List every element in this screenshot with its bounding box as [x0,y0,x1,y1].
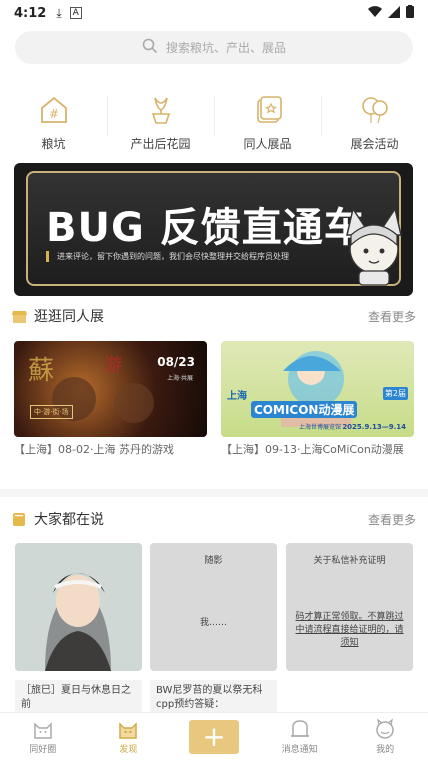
tab-discover[interactable]: 发现 [86,713,172,760]
flower-pot-icon [145,94,177,129]
post-card-text[interactable]: 关于私信补充证明 码才算正常领取。不算跳过中请流程直接给证明的，请须知 [286,543,413,671]
card-icon [252,94,284,129]
status-bar: 4:12 ⤓ A [0,0,428,26]
post-title: 随影 [204,556,223,566]
bottom-tab-bar: 同好圈 发现 + 消息通知 我的 [0,712,428,760]
expo-poster-text: 中·游·街·场 [30,405,73,419]
svg-text:蘇: 蘇 [28,356,54,386]
expo-caption: 【上海】09-13·上海CoMiCon动漫展 [221,443,404,456]
download-icon: ⤓ [56,5,62,20]
section-header-expo: 逛逛同人展 查看更多 [12,305,416,327]
bug-feedback-banner[interactable]: BUG 反馈直通车 进来评论，留下你遇到的问题，我们会尽快整理并交给程序员处理 [14,163,413,296]
post-card-text[interactable]: 随影 我…… [150,543,277,671]
plus-icon: + [188,719,239,754]
cat-icon [119,722,138,739]
category-label: 同人展品 [243,137,292,151]
tab-label: 同好圈 [29,745,57,755]
search-input[interactable]: 搜索粮坑、产出、展品 [15,31,413,64]
tab-label: 发现 [119,745,138,755]
see-more-link[interactable]: 查看更多 [368,308,416,325]
expo-card[interactable]: 蘇 游 08/23 上海·共展 中·游·街·场 【上海】08-02·上海 苏丹的… [14,341,207,457]
post-body: 我…… [199,618,227,628]
category-exhibits[interactable]: 同人展品 [214,88,321,151]
category-label: 粮坑 [41,137,66,151]
banner-title: BUG 反馈直通车 [46,205,365,251]
tab-create[interactable]: + [171,713,257,760]
expo-poster-text: 上海 [227,391,247,402]
expo-card[interactable]: 上海 COMICON动漫展 2025.9.13—9.14 第2届 上海世博展览馆… [221,341,414,457]
hashtag-icon: # [38,94,70,129]
tab-notifications[interactable]: 消息通知 [257,713,343,760]
svg-text:#: # [48,107,58,121]
banner-subtitle: 进来评论，留下你遇到的问题，我们会尽快整理并交给程序员处理 [46,251,289,262]
tab-circle[interactable]: 同好圈 [0,713,86,760]
wifi-icon [368,5,382,21]
expo-poster-text: 上海世博展览馆 [299,424,342,431]
mascot-image [346,207,402,286]
post-title: 关于私信补充证明 [313,556,386,566]
section-title: 逛逛同人展 [34,309,104,325]
category-label: 产出后花园 [130,137,191,151]
balloon-icon [359,94,391,129]
expo-poster-text: 上海·共展 [167,375,193,382]
expo-poster-text: 08/23 [157,355,195,369]
section-header-posts: 大家都在说 查看更多 [12,508,416,530]
battery-icon [406,5,414,21]
tab-me[interactable]: 我的 [342,713,428,760]
expo-poster-text: 2025.9.13—9.14 [342,423,406,431]
category-garden[interactable]: 产出后花园 [107,88,214,151]
bell-cat-icon [290,720,309,737]
shop-icon [12,310,27,323]
section-title: 大家都在说 [34,512,104,528]
expo-caption: 【上海】08-02·上海 苏丹的游戏 [14,443,174,456]
cat-icon [34,722,52,739]
search-placeholder: 搜索粮坑、产出、展品 [165,41,286,55]
smile-cat-icon [376,718,394,739]
expo-poster-image: 蘇 游 08/23 上海·共展 中·游·街·场 [14,341,207,437]
section-divider [0,489,428,497]
expo-poster-image: 上海 COMICON动漫展 2025.9.13—9.14 第2届 上海世博展览馆 [221,341,414,437]
a-icon: A [69,7,82,19]
category-label: 展会活动 [350,137,399,151]
category-row: # 粮坑 产出后花园 同人展品 展会活动 [0,88,428,151]
status-time: 4:12 [14,5,47,21]
tab-label: 我的 [376,745,395,755]
tab-label: 消息通知 [281,745,318,755]
book-icon [13,512,25,526]
signal-icon [388,5,400,21]
category-liangkeng[interactable]: # 粮坑 [0,88,107,151]
post-body: 码才算正常领取。不算跳过中请流程直接给证明的，请须知 [295,612,404,648]
see-more-link[interactable]: 查看更多 [368,511,416,528]
svg-text:游: 游 [104,355,122,376]
search-icon [142,38,158,57]
expo-poster-text: COMICON动漫展 [251,401,358,418]
post-card-image[interactable] [15,543,142,671]
expo-poster-text: 第2届 [382,387,408,400]
category-events[interactable]: 展会活动 [321,88,428,151]
